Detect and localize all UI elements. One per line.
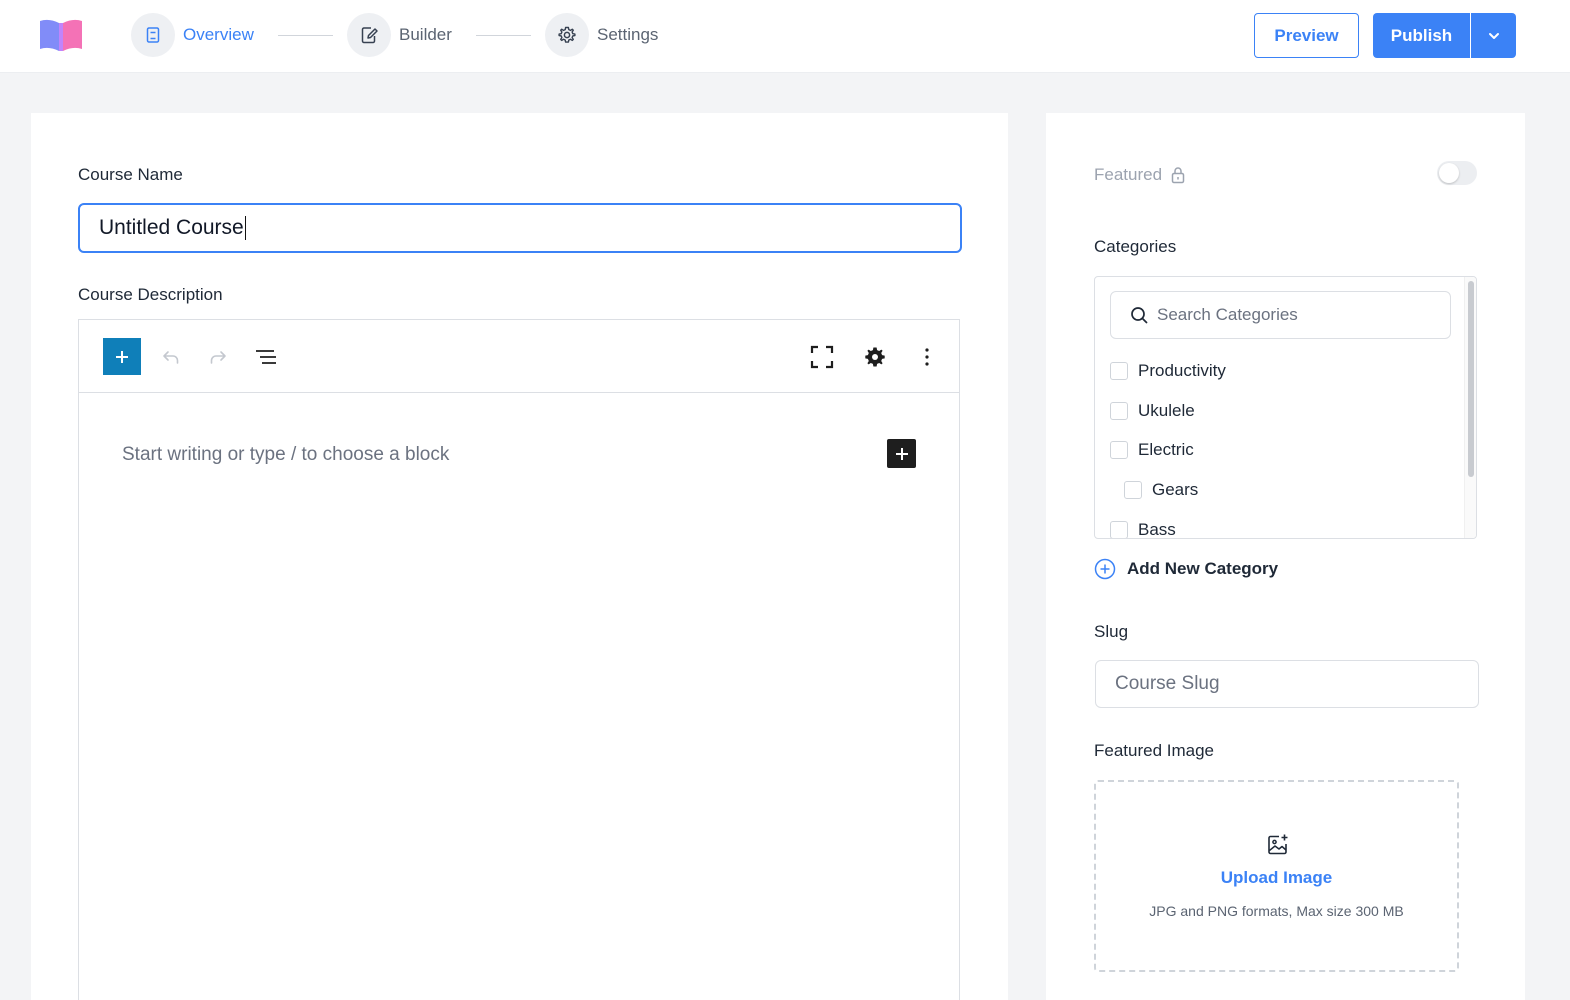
gear-icon (558, 26, 576, 43)
slug-input[interactable] (1095, 660, 1479, 708)
categories-scroll-thumb[interactable] (1468, 281, 1474, 477)
step-settings[interactable]: Settings (545, 13, 658, 57)
category-label: Electric (1138, 440, 1194, 459)
fullscreen-icon (810, 345, 834, 369)
upload-image-link[interactable]: Upload Image (1096, 868, 1457, 888)
category-label: Productivity (1138, 361, 1226, 380)
category-checkbox[interactable] (1124, 481, 1142, 499)
category-label: Ukulele (1138, 401, 1195, 420)
category-search (1110, 291, 1451, 339)
step-label: Settings (597, 25, 659, 44)
category-checkbox[interactable] (1110, 402, 1128, 420)
category-checkbox[interactable] (1110, 441, 1128, 459)
plus-icon (116, 350, 128, 363)
fullscreen-button[interactable] (807, 342, 837, 372)
category-checkbox[interactable] (1110, 362, 1128, 380)
image-upload-dropzone[interactable]: Upload Image JPG and PNG formats, Max si… (1094, 780, 1459, 972)
editor-placeholder[interactable]: Start writing or type / to choose a bloc… (122, 444, 449, 466)
editor-settings-button[interactable] (860, 342, 890, 372)
category-item-bass[interactable]: Bass (1110, 519, 1176, 539)
course-name-input[interactable]: Untitled Course (78, 203, 962, 253)
course-name-value: Untitled Course (99, 216, 244, 239)
text-caret (244, 216, 246, 240)
add-new-category-button[interactable]: Add New Category (1094, 558, 1278, 580)
course-sidebar-panel: Featured Categories Productivity Ukulele (1046, 113, 1525, 1000)
course-name-label: Course Name (78, 165, 183, 184)
course-description-label: Course Description (78, 285, 223, 304)
edit-icon (361, 27, 378, 44)
editor-toolbar (79, 320, 959, 393)
preview-button[interactable]: Preview (1254, 13, 1359, 58)
step-connector (278, 35, 333, 36)
redo-button[interactable] (203, 342, 233, 372)
more-options-button[interactable] (912, 342, 942, 372)
book-logo-icon[interactable] (38, 17, 84, 53)
featured-toggle[interactable] (1437, 161, 1477, 185)
gear-icon (865, 347, 885, 367)
slug-label: Slug (1094, 622, 1129, 641)
chevron-down-icon (1488, 32, 1499, 39)
add-category-label: Add New Category (1127, 559, 1279, 578)
image-add-icon (1268, 834, 1288, 855)
plus-icon (895, 447, 908, 460)
book-icon (146, 27, 160, 43)
lock-icon (1171, 167, 1185, 184)
category-item-gears[interactable]: Gears (1124, 479, 1198, 501)
add-block-button[interactable] (103, 338, 141, 375)
inline-add-block-button[interactable] (887, 439, 916, 468)
featured-label: Featured (1094, 165, 1186, 185)
category-label: Gears (1152, 480, 1199, 499)
category-item-electric[interactable]: Electric (1110, 439, 1194, 461)
document-overview-button[interactable] (251, 342, 281, 372)
step-overview[interactable]: Overview (131, 13, 254, 57)
category-label: Bass (1138, 520, 1176, 539)
plus-circle-icon (1094, 558, 1116, 580)
category-checkbox[interactable] (1110, 521, 1128, 538)
publish-dropdown-button[interactable] (1471, 13, 1516, 58)
undo-icon (163, 351, 179, 364)
category-item-productivity[interactable]: Productivity (1110, 360, 1226, 382)
step-connector (476, 35, 531, 36)
categories-list: Productivity Ukulele Electric Gears Bass (1094, 276, 1477, 539)
featured-image-label: Featured Image (1094, 741, 1215, 760)
step-label: Overview (183, 25, 254, 44)
upload-hint: JPG and PNG formats, Max size 300 MB (1149, 903, 1404, 919)
step-label: Builder (399, 25, 452, 44)
search-icon (1131, 307, 1148, 324)
top-bar: Overview Builder Settings Preview Publis… (0, 0, 1570, 73)
step-builder[interactable]: Builder (347, 13, 452, 57)
list-view-icon (256, 350, 276, 364)
toggle-knob (1439, 163, 1459, 183)
category-item-ukulele[interactable]: Ukulele (1110, 400, 1195, 422)
category-search-input[interactable] (1157, 305, 1427, 325)
categories-label: Categories (1094, 237, 1177, 256)
redo-icon (210, 351, 226, 364)
featured-label-text: Featured (1094, 165, 1163, 184)
course-main-panel: Course Name Untitled Course Course Descr… (31, 113, 1008, 1000)
block-editor: Start writing or type / to choose a bloc… (78, 319, 960, 1000)
publish-button[interactable]: Publish (1373, 13, 1470, 58)
more-vertical-icon (925, 348, 929, 366)
undo-button[interactable] (156, 342, 186, 372)
